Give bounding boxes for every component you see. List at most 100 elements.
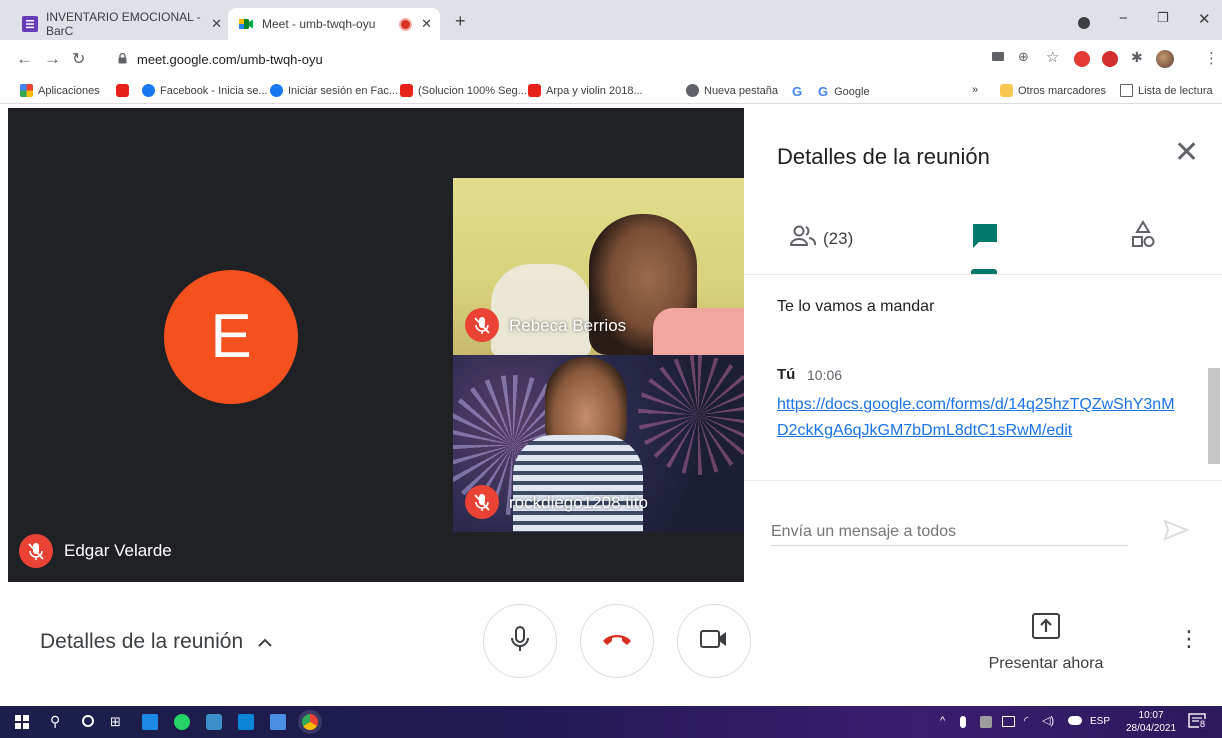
divider	[744, 274, 1222, 275]
bookmark-star-icon[interactable]: ☆	[1046, 48, 1059, 66]
bookmark-nueva-pestana[interactable]: Nueva pestaña	[686, 84, 778, 97]
youtube-icon	[116, 84, 129, 97]
onedrive-icon[interactable]	[1068, 716, 1082, 725]
bookmark-solucion[interactable]: (Solucion 100% Seg...	[400, 84, 527, 97]
tab-chat[interactable]	[971, 222, 999, 255]
tab-meet[interactable]: Meet - umb-twqh-oyu ✕	[228, 8, 440, 40]
participant-tile-rebeca[interactable]: Rebeca Berrios	[453, 178, 744, 355]
more-options-icon[interactable]: ⋮	[1178, 626, 1200, 652]
adblock-extension-icon[interactable]	[1102, 51, 1118, 67]
tab-people[interactable]: (23)	[789, 224, 853, 253]
camera-indicator-icon[interactable]	[992, 52, 1004, 61]
reading-list-button[interactable]: Lista de lectura	[1120, 84, 1213, 97]
meeting-details-label: Detalles de la reunión	[40, 630, 244, 653]
volume-icon[interactable]: ◁)	[1042, 714, 1054, 727]
bookmark-otros-marcadores[interactable]: Otros marcadores	[1000, 84, 1106, 97]
new-tab-button[interactable]: +	[455, 12, 466, 30]
leave-call-button[interactable]	[580, 604, 654, 678]
cortana-icon[interactable]	[82, 715, 94, 727]
bookmark-facebook-2[interactable]: Iniciar sesión en Fac...	[270, 84, 398, 97]
extensions-puzzle-icon[interactable]: ✱	[1131, 49, 1143, 66]
bookmark-g[interactable]: G	[792, 84, 802, 99]
bookmark-google[interactable]: G Google	[818, 84, 870, 99]
tray-app-icon[interactable]	[980, 716, 992, 728]
chat-message-input[interactable]	[770, 518, 1128, 546]
close-tab-icon[interactable]: ✕	[211, 16, 222, 32]
youtube-icon	[528, 84, 541, 97]
mail-icon[interactable]	[238, 714, 254, 730]
meeting-controls-bar: Detalles de la reunión Presentar ahora ⋮	[0, 582, 1222, 706]
folder-icon	[1000, 84, 1013, 97]
present-now-label: Presentar ahora	[988, 655, 1104, 672]
divider	[744, 480, 1222, 481]
minimize-icon[interactable]: −	[1119, 10, 1128, 27]
tray-mic-icon[interactable]	[960, 716, 966, 728]
tab-title: INVENTARIO EMOCIONAL - BarC	[46, 10, 201, 38]
wifi-icon[interactable]: ◜	[1024, 714, 1028, 727]
chat-message-link[interactable]: https://docs.google.com/forms/d/14q25hzT…	[777, 392, 1182, 444]
mic-off-icon	[19, 534, 53, 568]
mic-off-icon	[465, 485, 499, 519]
chat-message-time: 10:06	[807, 367, 843, 383]
back-icon[interactable]: ←	[16, 49, 33, 69]
opera-extension-icon[interactable]	[1074, 51, 1090, 67]
chat-scrollbar[interactable]	[1208, 368, 1220, 464]
participant-name: rockdiego1208 tito	[509, 493, 648, 512]
tray-overflow-icon[interactable]: ^	[940, 715, 945, 727]
whatsapp-icon[interactable]	[174, 714, 190, 730]
reload-icon[interactable]: ↻	[72, 49, 85, 69]
notifications-icon[interactable]: 8	[1188, 713, 1208, 731]
store-icon[interactable]	[142, 714, 158, 730]
apps-grid-icon	[20, 84, 33, 97]
address-bar[interactable]: meet.google.com/umb-twqh-oyu	[112, 45, 972, 73]
participant-tile-rockdiego[interactable]: rockdiego1208 tito	[453, 355, 744, 532]
close-window-icon[interactable]: ✕	[1198, 10, 1211, 28]
system-clock[interactable]: 10:07 28/04/2021	[1126, 709, 1176, 735]
shapes-icon	[1130, 220, 1156, 254]
meeting-details-panel: Detalles de la reunión ✕ (23) Te lo vamo…	[744, 108, 1222, 582]
browser-toolbar: ← → ↻ meet.google.com/umb-twqh-oyu ⊕ ☆ ✱…	[0, 40, 1222, 78]
video-grid: E Edgar Velarde Rebeca Berrios rockdiego…	[8, 108, 744, 582]
battery-icon[interactable]	[1002, 716, 1015, 727]
meet-icon	[238, 16, 254, 32]
bookmark-youtube[interactable]	[116, 84, 134, 97]
video-chair-shape	[491, 264, 591, 355]
participant-tile-main[interactable]: E Edgar Velarde	[8, 108, 453, 582]
zoom-icon[interactable]: ⊕	[1018, 49, 1029, 65]
input-language[interactable]: ESP	[1090, 716, 1110, 727]
close-tab-icon[interactable]: ✕	[421, 16, 432, 32]
file-explorer-icon[interactable]	[270, 714, 286, 730]
tab-activities[interactable]	[1130, 220, 1156, 255]
browser-tab-bar: INVENTARIO EMOCIONAL - BarC ✕ Meet - umb…	[0, 0, 1222, 40]
bookmark-facebook-1[interactable]: Facebook - Inicia se...	[142, 84, 268, 97]
menu-kebab-icon[interactable]: ⋮	[1204, 49, 1219, 67]
present-screen-icon	[1031, 612, 1061, 647]
close-panel-icon[interactable]: ✕	[1174, 138, 1199, 168]
search-icon[interactable]: ⚲	[50, 713, 66, 729]
camera-button[interactable]	[677, 604, 751, 678]
facebook-icon	[270, 84, 283, 97]
bookmark-apps[interactable]: Aplicaciones	[20, 84, 100, 97]
profile-dot-icon[interactable]	[1078, 17, 1090, 29]
people-icon	[789, 224, 817, 253]
bookmark-arpa[interactable]: Arpa y violin 2018...	[528, 84, 643, 97]
video-camera-icon	[699, 628, 729, 655]
tab-inventario[interactable]: INVENTARIO EMOCIONAL - BarC ✕	[12, 8, 230, 40]
profile-avatar[interactable]	[1156, 50, 1174, 68]
camera-app-icon[interactable]	[206, 714, 222, 730]
windows-taskbar: ⚲ ⊞ ^ ◜ ◁) ESP 10:07 28/04/2021 8	[0, 706, 1222, 738]
forward-icon[interactable]: →	[44, 49, 61, 69]
mic-button[interactable]	[483, 604, 557, 678]
present-now-button[interactable]: Presentar ahora	[981, 612, 1111, 673]
youtube-icon	[400, 84, 413, 97]
windows-start-icon[interactable]	[14, 714, 30, 730]
video-shirt-shape	[513, 435, 643, 532]
send-icon[interactable]	[1162, 518, 1190, 547]
meeting-details-toggle[interactable]: Detalles de la reunión	[40, 630, 273, 654]
chrome-icon[interactable]	[302, 714, 318, 730]
google-icon: G	[818, 84, 829, 99]
task-view-icon[interactable]: ⊞	[110, 714, 126, 730]
restore-icon[interactable]: ❐	[1157, 10, 1169, 26]
bookmarks-overflow-button[interactable]: »	[972, 84, 978, 96]
participant-name: Rebeca Berrios	[509, 316, 627, 335]
